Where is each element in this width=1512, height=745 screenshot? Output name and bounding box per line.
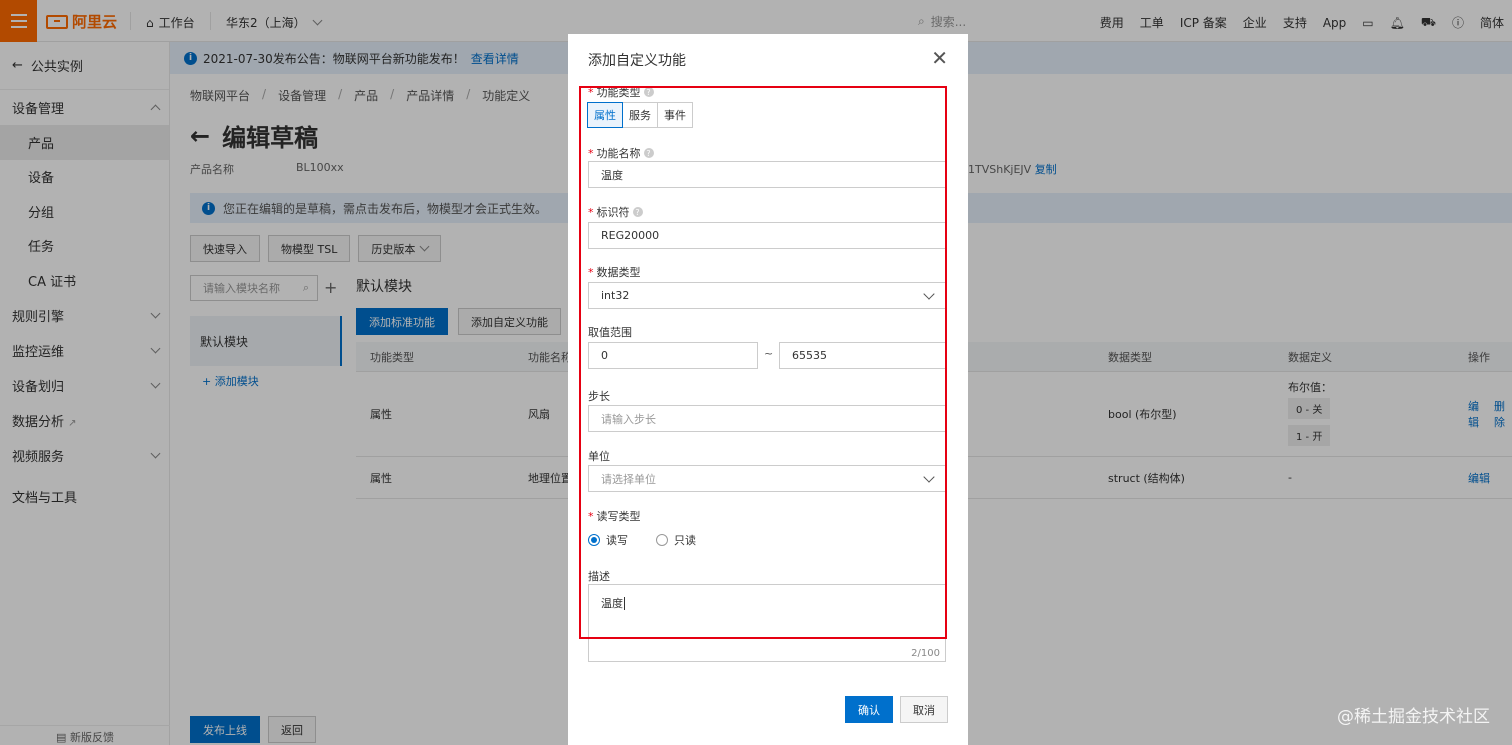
func-name-label-text: 功能名称 <box>596 147 641 160</box>
identifier-label-text: 标识符 <box>596 206 630 219</box>
rw-option-label: 只读 <box>674 534 696 547</box>
radio-unchecked-icon <box>656 534 668 546</box>
description-textarea[interactable]: 温度 <box>588 584 946 662</box>
func-type-label: * 功能类型 ? <box>588 84 654 100</box>
identifier-input[interactable]: REG20000 <box>588 222 946 249</box>
chevron-down-icon <box>923 287 935 300</box>
step-label-text: 步长 <box>588 390 610 403</box>
range-min-input[interactable]: 0 <box>588 342 758 369</box>
func-name-input[interactable]: 温度 <box>588 161 946 188</box>
unit-label-text: 单位 <box>588 450 610 463</box>
chevron-down-icon <box>923 470 935 483</box>
unit-select[interactable]: 请选择单位 <box>588 465 946 492</box>
identifier-label: * 标识符 ? <box>588 204 643 220</box>
func-type-event[interactable]: 事件 <box>657 102 693 128</box>
func-type-label-text: 功能类型 <box>596 86 641 99</box>
rw-label: * 读写类型 <box>588 508 641 524</box>
dtype-label: * 数据类型 <box>588 264 641 280</box>
dialog-actions: 确认 取消 <box>845 696 948 723</box>
watermark: @稀土掘金技术社区 <box>1337 707 1490 727</box>
dialog-title: 添加自定义功能 <box>588 53 686 69</box>
range-max-value: 65535 <box>792 349 827 362</box>
description-value: 温度 <box>601 597 623 610</box>
add-custom-function-dialog: 添加自定义功能 ✕ * 功能类型 ? 属性 服务 事件 * 功能名称 ? 温度 … <box>568 34 968 745</box>
required-mark: * <box>588 205 594 219</box>
rw-option-label: 读写 <box>606 534 628 547</box>
desc-label-text: 描述 <box>588 570 610 583</box>
range-separator: ~ <box>764 347 774 360</box>
identifier-value: REG20000 <box>601 229 660 242</box>
confirm-button[interactable]: 确认 <box>845 696 893 723</box>
unit-label: 单位 <box>588 448 610 464</box>
func-type-segmented: 属性 服务 事件 <box>587 102 693 128</box>
step-label: 步长 <box>588 388 610 404</box>
func-name-value: 温度 <box>601 168 623 182</box>
required-mark: * <box>588 509 594 523</box>
close-icon[interactable]: ✕ <box>931 48 948 68</box>
help-icon[interactable]: ? <box>643 148 654 158</box>
cancel-button[interactable]: 取消 <box>900 696 948 723</box>
dtype-select[interactable]: int32 <box>588 282 946 309</box>
required-mark: * <box>588 85 594 99</box>
required-mark: * <box>588 146 594 160</box>
range-label-text: 取值范围 <box>588 326 632 339</box>
dtype-label-text: 数据类型 <box>596 266 641 279</box>
required-mark: * <box>588 265 594 279</box>
range-label: 取值范围 <box>588 324 632 340</box>
radio-checked-icon <box>588 534 600 546</box>
dtype-value: int32 <box>601 289 630 302</box>
char-counter: 2/100 <box>911 648 940 659</box>
unit-placeholder: 请选择单位 <box>601 472 656 486</box>
step-input[interactable]: 请输入步长 <box>588 405 946 432</box>
func-type-property[interactable]: 属性 <box>587 102 623 128</box>
rw-option-readonly[interactable]: 只读 <box>656 532 696 548</box>
func-type-service[interactable]: 服务 <box>622 102 658 128</box>
rw-radio-group: 读写 只读 <box>588 532 696 548</box>
rw-option-readwrite[interactable]: 读写 <box>588 532 628 548</box>
text-cursor <box>624 597 625 610</box>
rw-label-text: 读写类型 <box>596 510 641 523</box>
help-icon[interactable]: ? <box>632 207 643 217</box>
step-placeholder: 请输入步长 <box>601 412 656 426</box>
desc-label: 描述 <box>588 568 610 584</box>
range-min-value: 0 <box>601 349 608 362</box>
func-name-label: * 功能名称 ? <box>588 145 654 161</box>
help-icon[interactable]: ? <box>643 87 654 97</box>
range-max-input[interactable]: 65535 <box>779 342 946 369</box>
